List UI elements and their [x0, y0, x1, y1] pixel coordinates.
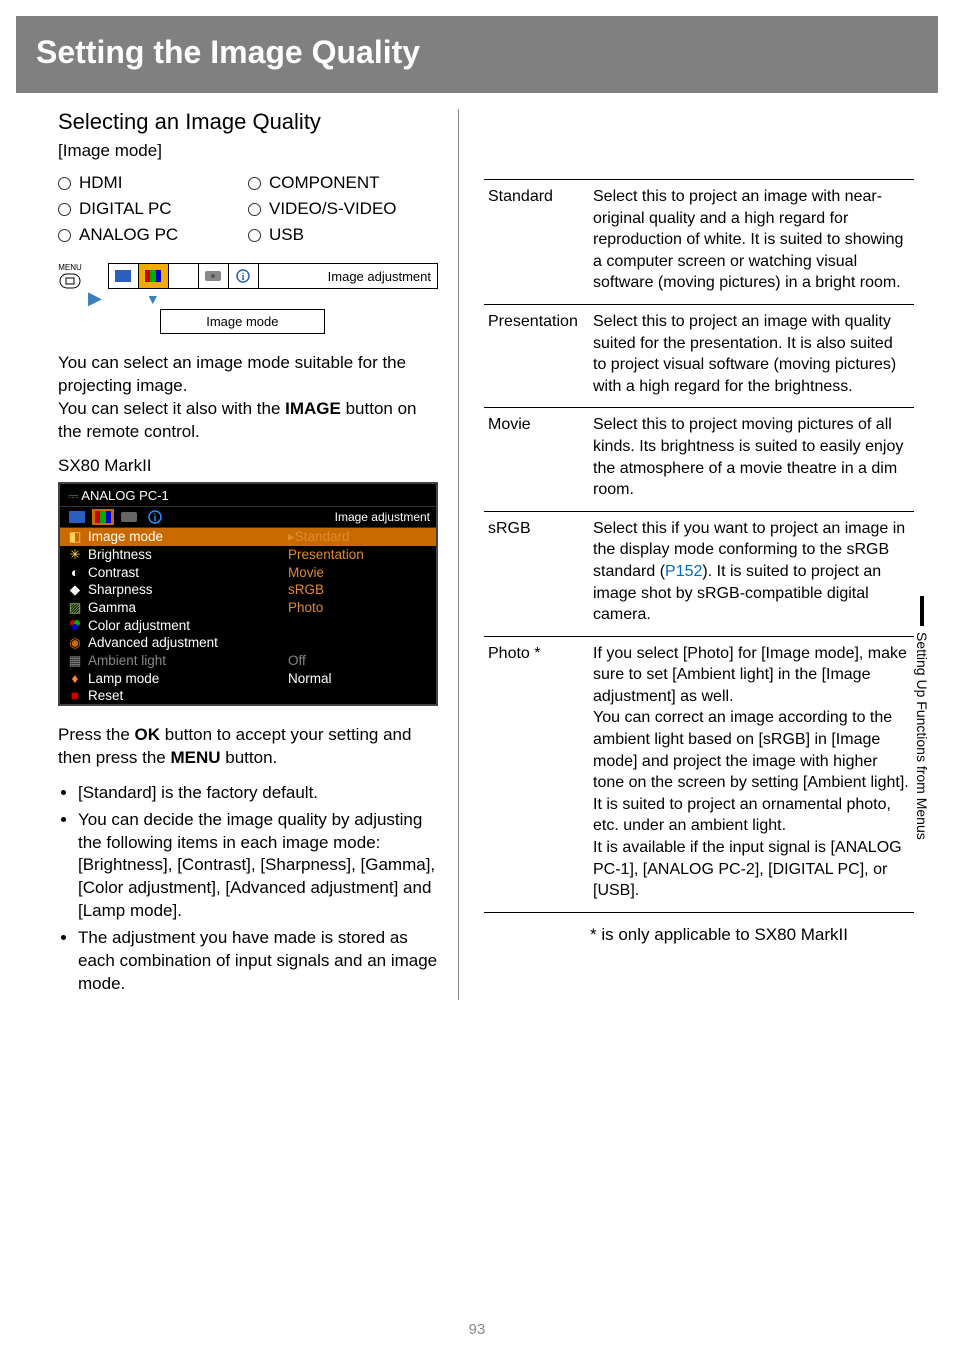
table-row: Standard Select this to project an image…	[484, 180, 914, 305]
brightness-icon: ✳	[68, 547, 82, 563]
plug-icon: ⎓	[68, 488, 78, 503]
table-row: sRGB Select this if you want to project …	[484, 511, 914, 636]
left-column: Selecting an Image Quality [Image mode] …	[58, 109, 458, 1000]
mode-name: Photo *	[484, 636, 589, 912]
device-label: SX80 MarkII	[58, 456, 438, 476]
osd-tab-2	[92, 509, 114, 525]
side-tab-marker	[920, 596, 924, 626]
radio-icon	[248, 177, 261, 190]
mode-name: sRGB	[484, 511, 589, 636]
osd-row-brightness: ✳BrightnessPresentation	[60, 546, 436, 564]
tab-icon-4	[199, 264, 229, 288]
page-number: 93	[0, 1321, 954, 1338]
table-row: Movie Select this to project moving pict…	[484, 408, 914, 511]
reset-icon: ■	[68, 688, 82, 703]
svg-text:i: i	[154, 513, 157, 524]
osd-row-contrast: ◐ContrastMovie	[60, 564, 436, 581]
mode-desc: Select this to project an image with nea…	[589, 180, 914, 305]
menu-nav-diagram: MENU ▶ i Image adjustment ▼ Image mode	[58, 263, 438, 334]
arrow-down-icon: ▼	[138, 291, 168, 307]
contrast-icon: ◐	[68, 565, 82, 580]
side-tab: Setting Up Functions from Menus	[914, 596, 930, 840]
tab-icon-3	[169, 264, 199, 288]
caret-right-icon: ▸	[288, 529, 295, 544]
bullet-1: [Standard] is the factory default.	[78, 782, 438, 805]
tab-image-adjustment: Image adjustment	[259, 264, 437, 288]
osd-row-sharpness: ◆SharpnesssRGB	[60, 581, 436, 599]
radio-icon	[58, 229, 71, 242]
table-row: Presentation Select this to project an i…	[484, 304, 914, 407]
input-component: COMPONENT	[248, 173, 438, 193]
arrow-right-icon: ▶	[88, 288, 102, 309]
section-heading: Selecting an Image Quality	[58, 109, 438, 135]
column-divider	[458, 109, 459, 1000]
osd-title: ANALOG PC-1	[81, 488, 168, 503]
osd-row-lamp: ♦Lamp modeNormal	[60, 670, 436, 687]
osd-tab-4: i	[144, 509, 166, 525]
sharpness-icon: ◆	[68, 582, 82, 598]
radio-icon	[248, 203, 261, 216]
tab-icon-5: i	[229, 264, 259, 288]
osd-row-ambient: ▦Ambient lightOff	[60, 652, 436, 670]
menu-button-icon: MENU	[58, 263, 82, 292]
lamp-icon: ♦	[68, 671, 82, 686]
tab-row: i Image adjustment	[108, 263, 438, 289]
input-video-svideo: VIDEO/S-VIDEO	[248, 199, 438, 219]
bullet-3: The adjustment you have made is stored a…	[78, 927, 438, 996]
page-title: Setting the Image Quality	[36, 34, 918, 71]
osd-row-gamma: ▨GammaPhoto	[60, 599, 436, 617]
color-icon	[68, 619, 82, 631]
bullet-list: [Standard] is the factory default. You c…	[58, 782, 438, 996]
mode-desc: Select this if you want to project an im…	[589, 511, 914, 636]
mode-table: Standard Select this to project an image…	[484, 179, 914, 913]
bullet-2: You can decide the image quality by adju…	[78, 809, 438, 924]
osd-row-advanced: ◉Advanced adjustment	[60, 634, 436, 652]
image-mode-label: [Image mode]	[58, 141, 438, 161]
gamma-icon: ▨	[68, 600, 82, 616]
mode-name: Presentation	[484, 304, 589, 407]
input-digital-pc: DIGITAL PC	[58, 199, 248, 219]
mode-name: Movie	[484, 408, 589, 511]
radio-icon	[58, 203, 71, 216]
osd-tab-3	[118, 509, 140, 525]
osd-adjust-label: Image adjustment	[335, 510, 430, 524]
paragraph-select-mode: You can select an image mode suitable fo…	[58, 352, 438, 444]
mode-desc: Select this to project moving pictures o…	[589, 408, 914, 511]
footnote: * is only applicable to SX80 MarkII	[484, 925, 914, 945]
tab-icon-2	[139, 264, 169, 288]
tab-icon-1	[109, 264, 139, 288]
osd-row-image-mode: ◧ Image mode ▸Standard	[60, 528, 436, 546]
right-column: Standard Select this to project an image…	[474, 109, 914, 1000]
radio-icon	[248, 229, 261, 242]
osd-tab-1	[66, 509, 88, 525]
input-list: HDMI COMPONENT DIGITAL PC VIDEO/S-VIDEO …	[58, 173, 438, 245]
table-row: Photo * If you select [Photo] for [Image…	[484, 636, 914, 912]
mode-name: Standard	[484, 180, 589, 305]
input-hdmi: HDMI	[58, 173, 248, 193]
radio-icon	[58, 177, 71, 190]
ambient-icon: ▦	[68, 653, 82, 669]
osd-row-color-adjustment: Color adjustment	[60, 617, 436, 634]
input-usb: USB	[248, 225, 438, 245]
mode-desc: Select this to project an image with qua…	[589, 304, 914, 407]
input-analog-pc: ANALOG PC	[58, 225, 248, 245]
mode-desc: If you select [Photo] for [Image mode], …	[589, 636, 914, 912]
paragraph-ok-menu: Press the OK button to accept your setti…	[58, 724, 438, 770]
page-header: Setting the Image Quality	[16, 16, 938, 93]
image-mode-icon: ◧	[68, 529, 82, 545]
svg-text:i: i	[242, 272, 245, 283]
osd-row-reset: ■Reset	[60, 687, 436, 704]
link-p152[interactable]: P152	[665, 563, 702, 580]
osd-screenshot: ⎓ ANALOG PC-1 i Image adjustment ◧ Image…	[58, 482, 438, 706]
advanced-icon: ◉	[68, 635, 82, 651]
image-mode-box: Image mode	[160, 309, 325, 334]
